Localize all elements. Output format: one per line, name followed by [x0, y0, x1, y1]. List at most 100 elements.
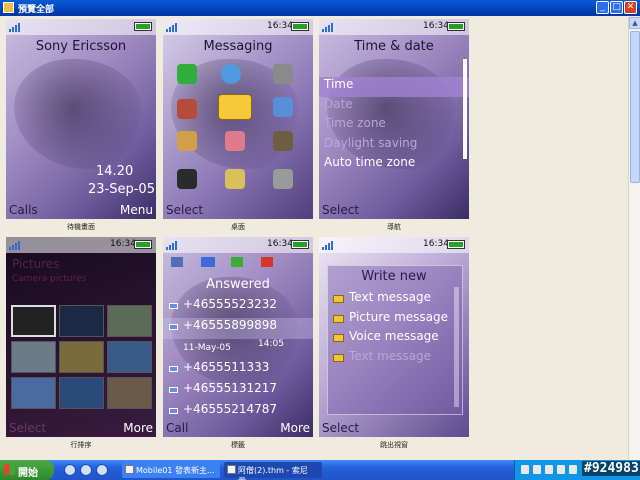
call-log-list: +46555523232 +46555899898 11-May-05 14:0… [163, 297, 313, 423]
menu-item-date[interactable]: Date [319, 97, 469, 117]
quicklaunch-icon[interactable] [96, 464, 108, 476]
app-icon [3, 2, 14, 13]
ie-quicklaunch-icon[interactable] [64, 464, 76, 476]
caption-list-sorting: 行排序 [70, 441, 92, 449]
organizer-icon [225, 131, 245, 151]
call-entry[interactable]: +4655511333 [163, 360, 313, 381]
call-entry[interactable]: +46555131217 [163, 381, 313, 402]
settings-menu: Time Date Time zone Daylight saving Auto… [319, 77, 469, 175]
scroll-up-arrow[interactable]: ▲ [629, 17, 640, 29]
preview-standby[interactable]: Sony Ericsson 14.20 23-Sep-05 Calls Menu [6, 19, 156, 219]
status-time: 16:34 [423, 239, 449, 249]
media-icon [177, 99, 197, 119]
option-voice-message[interactable]: Voice message [331, 329, 461, 349]
quicklaunch-icon[interactable] [80, 464, 92, 476]
menu-item-auto-time-zone[interactable]: Auto time zone [319, 155, 469, 175]
softkey-right[interactable]: Menu [120, 203, 153, 217]
tray-icon[interactable] [569, 465, 577, 474]
status-bar: 16:34 [6, 237, 156, 253]
softkey-left[interactable]: Select [322, 203, 359, 217]
call-type-icon [169, 408, 178, 414]
write-new-list: Text message Picture message Voice messa… [331, 290, 461, 368]
softkey-right[interactable]: More [123, 421, 153, 435]
pictures-title: Pictures [12, 257, 60, 271]
scroll-thumb[interactable] [630, 31, 640, 183]
call-time: 14:05 [258, 339, 284, 349]
tray-icon[interactable] [521, 465, 529, 474]
call-entry[interactable]: +46555523232 [163, 297, 313, 318]
call-number: +46555131217 [183, 381, 278, 395]
thumbnail-photo[interactable] [59, 377, 104, 409]
softkey-right[interactable]: More [280, 421, 310, 435]
call-date-row: 11-May-05 14:05 [163, 339, 313, 360]
close-button[interactable]: ✕ [624, 1, 637, 14]
answered-tab-icon[interactable] [231, 257, 243, 267]
preview-desktop[interactable]: 16:34 Messaging Select [163, 19, 313, 219]
task-label: Mobile01 發表新主... [136, 466, 215, 475]
preview-tabs[interactable]: 16:34 Answered +46555523232 +46555899898… [163, 237, 313, 437]
minimize-button[interactable]: _ [596, 1, 609, 14]
tray-icon[interactable] [545, 465, 553, 474]
softkey-left[interactable]: Select [9, 421, 46, 435]
option-text-message[interactable]: Text message [331, 290, 461, 310]
thumbnail-globe[interactable] [59, 305, 104, 337]
battery-icon [447, 22, 465, 31]
preview-list-sorting[interactable]: 16:34 Pictures Camera pictures Select Mo… [6, 237, 156, 437]
thumbnail-photo[interactable] [11, 377, 56, 409]
call-entry[interactable]: +46555214787 [163, 402, 313, 423]
signal-icon [166, 22, 180, 32]
popup-scrollbar[interactable] [454, 287, 459, 407]
tray-icon[interactable] [533, 465, 541, 474]
call-entry[interactable]: +46555899898 [163, 318, 313, 339]
signal-icon [9, 240, 23, 250]
menu-scrollbar[interactable] [463, 59, 467, 159]
call-number: +46555899898 [183, 318, 278, 332]
status-time: 16:34 [423, 21, 449, 31]
status-bar: 16:34 [163, 237, 313, 253]
thumbnail-photo[interactable] [107, 341, 152, 373]
task-button-browser[interactable]: Mobile01 發表新主... [122, 462, 220, 478]
app-icon [227, 465, 236, 474]
call-number: +46555214787 [183, 402, 278, 416]
all-calls-tab-icon[interactable] [171, 257, 183, 267]
softkey-left[interactable]: Select [166, 203, 203, 217]
option-picture-message[interactable]: Picture message [331, 310, 461, 330]
missed-tab-icon[interactable] [261, 257, 273, 267]
menu-item-time-zone[interactable]: Time zone [319, 116, 469, 136]
thumbnail-photo[interactable] [107, 305, 152, 337]
calendar-icon [225, 169, 245, 189]
softkey-left[interactable]: Calls [9, 203, 38, 217]
thumbnail-camera-folder[interactable] [11, 305, 56, 337]
tray-icon[interactable] [557, 465, 565, 474]
popup-title: Write new [361, 269, 427, 284]
start-button[interactable]: 開始 [0, 460, 54, 480]
softkey-left[interactable]: Select [322, 421, 359, 435]
option-label: Voice message [349, 329, 439, 343]
preview-navigation[interactable]: 16:34 Time & date Time Date Time zone Da… [319, 19, 469, 219]
battery-icon [134, 240, 152, 249]
vertical-scrollbar[interactable]: ▲ [628, 17, 640, 460]
thumbnail-photo[interactable] [59, 341, 104, 373]
softkey-left[interactable]: Call [166, 421, 188, 435]
option-label: Text message [349, 348, 432, 363]
menu-item-time[interactable]: Time [319, 77, 469, 97]
thumbnail-photo[interactable] [107, 377, 152, 409]
signal-icon [322, 22, 336, 32]
screen-title: Time & date [354, 39, 434, 54]
contacts-icon [177, 169, 197, 189]
status-time: 16:34 [110, 239, 136, 249]
signal-icon [322, 240, 336, 250]
radio-icon [273, 131, 293, 151]
thumbnail-photo[interactable] [11, 341, 56, 373]
outgoing-tab-icon[interactable] [201, 257, 215, 267]
preview-popup[interactable]: 16:34 Write new Text message Picture mes… [319, 237, 469, 437]
maximize-button[interactable]: □ [610, 1, 623, 14]
screen-title: Answered [206, 277, 270, 292]
pictures-subtitle: Camera pictures [12, 274, 87, 284]
screen-title: Sony Ericsson [35, 39, 127, 54]
menu-item-daylight-saving[interactable]: Daylight saving [319, 136, 469, 156]
task-button-theme-editor[interactable]: 阿僧(2).thm - 索尼愛... [224, 462, 322, 480]
status-bar: 16:34 [319, 19, 469, 35]
option-text-message-2[interactable]: Text message [331, 349, 461, 369]
signal-icon [9, 22, 23, 32]
